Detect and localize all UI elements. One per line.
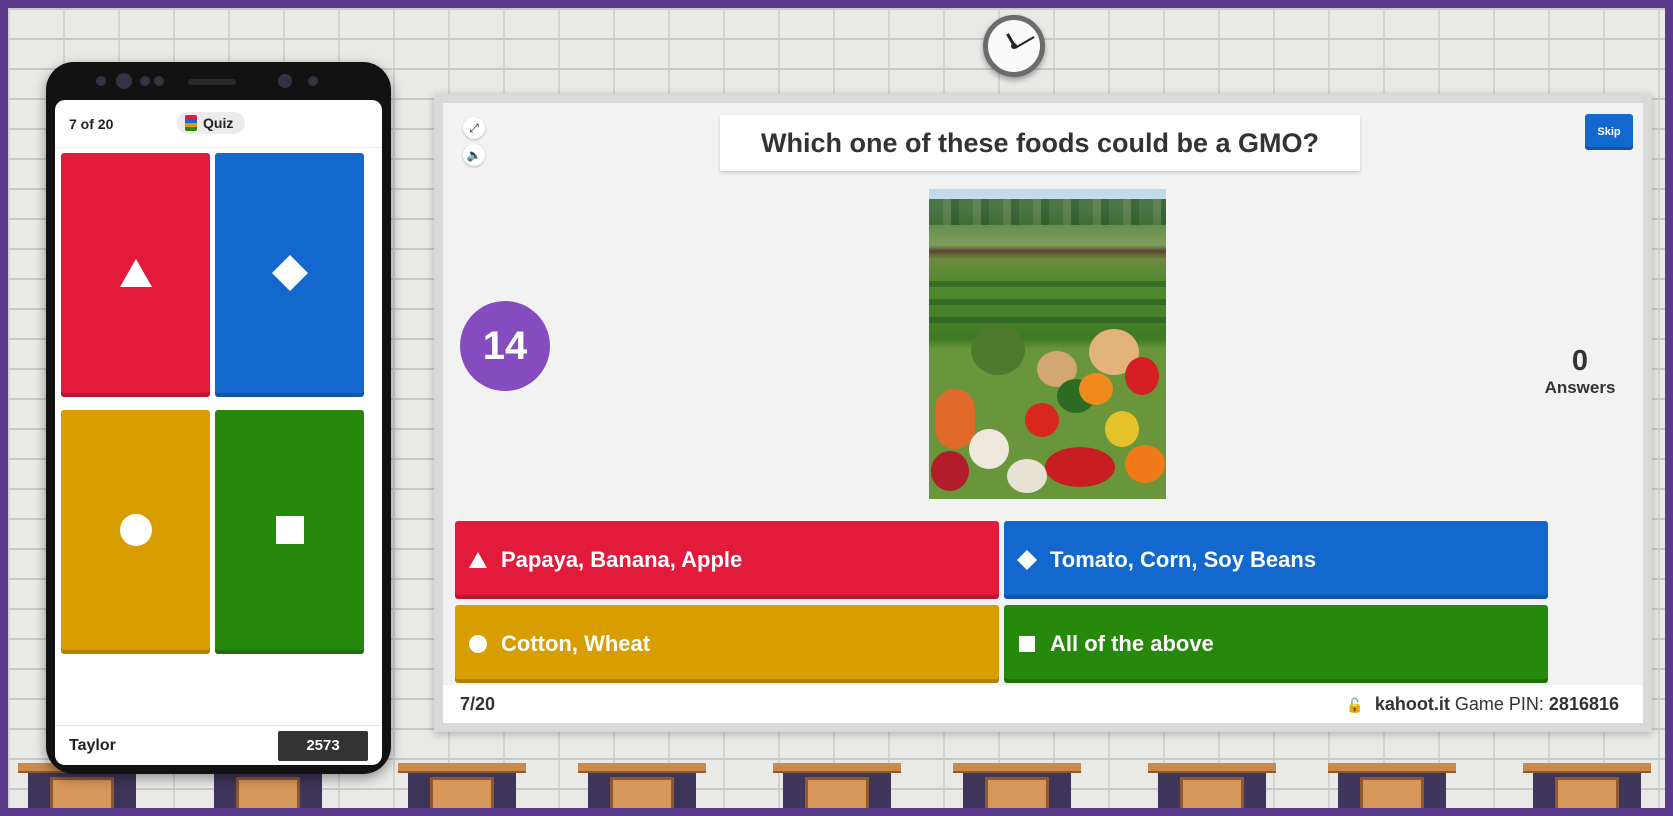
phone-answer-blue[interactable]: [215, 153, 364, 397]
question-title: Which one of these foods could be a GMO?: [720, 115, 1360, 171]
desk: [578, 763, 706, 808]
watermelon: [971, 325, 1025, 375]
phone-answer-green[interactable]: [215, 410, 364, 654]
answer-count: 0: [1571, 345, 1589, 377]
skip-button[interactable]: Skip: [1585, 114, 1633, 150]
image-treeline: [929, 199, 1166, 225]
circle-icon: [119, 513, 153, 551]
phone-answer-red[interactable]: [61, 153, 210, 397]
yellow-pepper: [1105, 411, 1139, 447]
sound-icon[interactable]: 🔈: [463, 144, 485, 166]
answer-label: Papaya, Banana, Apple: [501, 547, 743, 572]
answer-label: Cotton, Wheat: [501, 631, 651, 656]
garlic: [1007, 459, 1047, 493]
diamond-icon: [1016, 549, 1038, 571]
quiz-icon: [185, 115, 197, 131]
phone-sensor: [154, 76, 164, 86]
fullscreen-icon[interactable]: ⤢: [463, 117, 485, 139]
pin-label: Game PIN:: [1454, 693, 1544, 714]
answer-yellow[interactable]: Cotton, Wheat: [455, 605, 999, 683]
phone-screen: 7 of 20 Quiz Taylor 2573: [55, 100, 382, 765]
desk: [1523, 763, 1651, 808]
phone-answer-yellow[interactable]: [61, 410, 210, 654]
tomato: [1025, 403, 1059, 437]
countdown-timer: 14: [460, 301, 550, 391]
site-name: kahoot.it: [1374, 693, 1450, 714]
lock-icon: 🔓: [1346, 696, 1364, 713]
answer-grid: Papaya, Banana, Apple Tomato, Corn, Soy …: [455, 521, 1631, 686]
phone-progress: 7 of 20: [69, 115, 114, 132]
quiz-mode-label: Quiz: [203, 115, 234, 131]
phone-device: 7 of 20 Quiz Taylor 2573: [46, 62, 391, 774]
answer-count-label: Answers: [1544, 378, 1616, 397]
triangle-icon: [467, 549, 489, 571]
game-footer: 7/20 🔓 kahoot.it Game PIN: 2816816: [443, 685, 1643, 723]
phone-front-camera: [278, 74, 292, 88]
desk: [1148, 763, 1276, 808]
classroom-scene: ⤢ 🔈 Which one of these foods could be a …: [8, 8, 1665, 808]
phone-sensor: [140, 76, 150, 86]
answer-label: All of the above: [1050, 631, 1214, 656]
image-field-row: [929, 299, 1166, 305]
quiz-mode-pill: Quiz: [177, 112, 246, 134]
phone-footer: Taylor 2573: [55, 725, 382, 765]
diamond-icon: [271, 255, 308, 295]
circle-icon: [467, 633, 489, 655]
orange: [1079, 373, 1113, 405]
triangle-icon: [119, 258, 153, 292]
answer-counter: 0 Answers: [1535, 345, 1625, 398]
square-icon: [275, 516, 304, 548]
player-score: 2573: [278, 730, 368, 761]
strawberries: [931, 451, 969, 491]
game-screen: ⤢ 🔈 Which one of these foods could be a …: [443, 103, 1643, 723]
clock-minute-hand: [1014, 36, 1035, 49]
image-field-row: [929, 317, 1166, 323]
mushrooms: [969, 429, 1009, 469]
game-pin-info: 🔓 kahoot.it Game PIN: 2816816: [1346, 694, 1619, 715]
desk: [953, 763, 1081, 808]
image-field-row: [929, 281, 1166, 287]
question-progress: 7/20: [460, 693, 496, 714]
carrots: [935, 389, 975, 449]
desk: [398, 763, 526, 808]
cherry-tomatoes: [1045, 447, 1115, 487]
game-pin: 2816816: [1548, 693, 1619, 714]
answer-green[interactable]: All of the above: [1004, 605, 1548, 683]
phone-header: 7 of 20 Quiz: [55, 100, 382, 148]
phone-camera: [116, 73, 132, 89]
player-name: Taylor: [69, 736, 116, 754]
projector-board: ⤢ 🔈 Which one of these foods could be a …: [434, 94, 1652, 732]
desk: [1328, 763, 1456, 808]
desk: [773, 763, 901, 808]
pepper: [1125, 357, 1159, 395]
question-image: [929, 189, 1166, 499]
answer-red[interactable]: Papaya, Banana, Apple: [455, 521, 999, 599]
phone-camera: [96, 76, 106, 86]
clock-center: [1011, 43, 1017, 49]
wall-clock: [983, 15, 1045, 77]
oranges: [1125, 445, 1165, 483]
square-icon: [1016, 633, 1038, 655]
phone-speaker: [188, 79, 236, 85]
answer-blue[interactable]: Tomato, Corn, Soy Beans: [1004, 521, 1548, 599]
answer-label: Tomato, Corn, Soy Beans: [1050, 547, 1317, 572]
phone-sensor: [308, 76, 318, 86]
